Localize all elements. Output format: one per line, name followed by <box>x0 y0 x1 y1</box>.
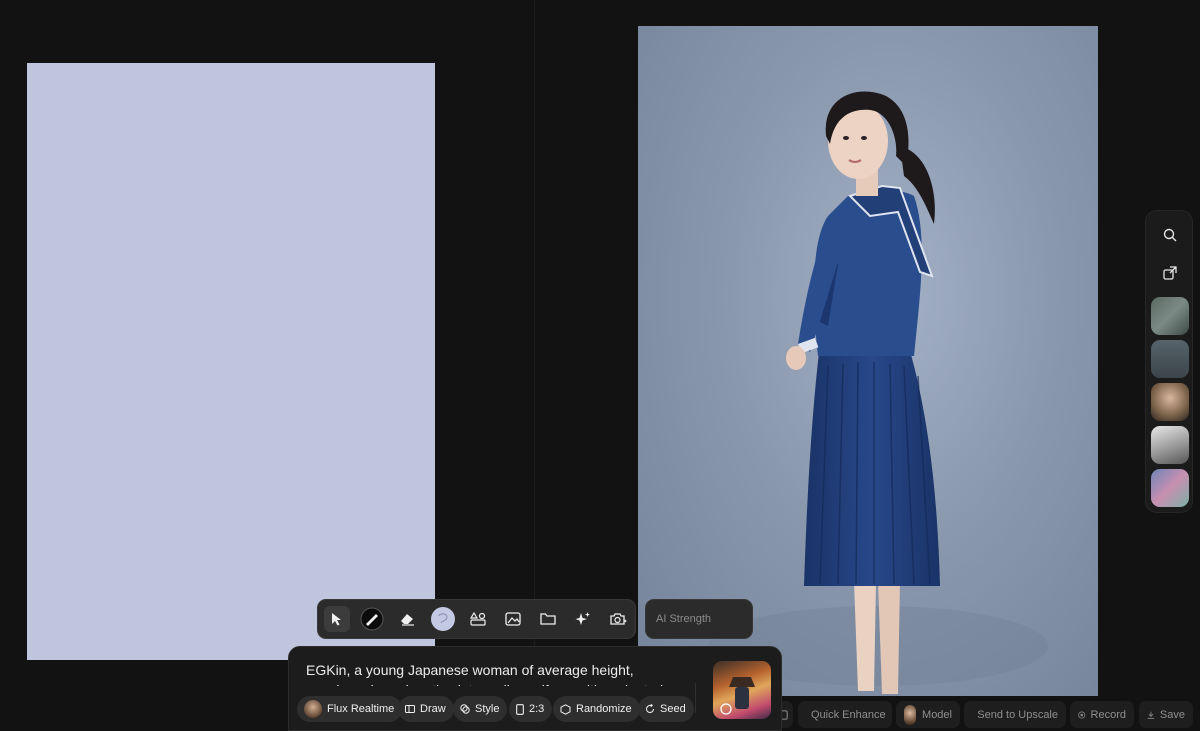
randomize-button[interactable]: Randomize <box>553 696 640 722</box>
ai-strength-label: AI Strength <box>656 613 712 625</box>
prompt-divider <box>695 683 696 713</box>
quick-enhance-button[interactable]: Quick Enhance <box>798 701 892 728</box>
model-avatar <box>904 704 917 725</box>
draw-label: Draw <box>420 703 446 715</box>
camera-icon[interactable] <box>605 606 631 632</box>
history-thumbnail[interactable] <box>1151 297 1189 335</box>
style-label: Style <box>475 703 500 715</box>
seed-button[interactable]: Seed <box>638 696 694 722</box>
history-thumbnail[interactable] <box>1151 469 1189 507</box>
model-selector-label: Flux Realtime <box>327 703 395 715</box>
drawing-toolbar <box>317 599 636 639</box>
shapes-icon[interactable] <box>465 606 491 632</box>
sparkles-icon[interactable] <box>570 606 596 632</box>
history-rail <box>1145 210 1193 513</box>
generated-image[interactable] <box>638 26 1098 696</box>
pointer-icon[interactable] <box>324 606 350 632</box>
model-button[interactable]: Model <box>896 701 960 728</box>
refresh-icon <box>720 703 732 715</box>
save-label: Save <box>1159 708 1185 721</box>
randomize-label: Randomize <box>576 703 632 715</box>
history-thumbnail[interactable] <box>1151 340 1189 378</box>
drawing-canvas[interactable] <box>27 63 435 660</box>
record-icon <box>1078 710 1086 719</box>
prompt-panel: EGKin, a young Japanese woman of average… <box>288 646 782 731</box>
history-thumbnail[interactable] <box>1151 426 1189 464</box>
eraser-icon[interactable] <box>394 606 420 632</box>
search-icon[interactable] <box>1155 220 1185 250</box>
send-to-upscale-button[interactable]: Send to Upscale <box>964 701 1066 728</box>
lasso-icon[interactable] <box>430 606 456 632</box>
image-icon[interactable] <box>500 606 526 632</box>
send-to-upscale-label: Send to Upscale <box>977 708 1058 721</box>
model-label: Model <box>922 708 952 721</box>
aspect-ratio-button[interactable]: 2:3 <box>509 696 553 722</box>
quick-enhance-label: Quick Enhance <box>811 708 886 721</box>
save-button[interactable]: Save <box>1139 701 1193 728</box>
folder-icon[interactable] <box>535 606 561 632</box>
dice-icon <box>560 703 571 715</box>
style-button[interactable]: Style <box>453 696 508 722</box>
record-button[interactable]: Record <box>1070 701 1134 728</box>
brush-color-icon[interactable] <box>359 606 385 632</box>
generated-image-illustration <box>708 91 1048 694</box>
flux-avatar <box>304 700 322 718</box>
download-icon <box>1147 711 1155 719</box>
history-thumbnail[interactable] <box>1151 383 1189 421</box>
record-label: Record <box>1090 708 1126 721</box>
share-icon[interactable] <box>1155 258 1185 288</box>
model-selector[interactable]: Flux Realtime <box>297 696 403 722</box>
draw-icon <box>405 705 415 713</box>
prompt-input[interactable]: EGKin, a young Japanese woman of average… <box>306 660 684 686</box>
style-reference-thumbnail[interactable] <box>713 661 771 719</box>
seed-refresh-icon <box>646 704 654 713</box>
ai-strength-slider[interactable]: AI Strength <box>645 599 753 639</box>
style-icon <box>460 704 470 714</box>
aspect-ratio-label: 2:3 <box>529 703 545 715</box>
seed-label: Seed <box>660 703 686 715</box>
draw-mode-button[interactable]: Draw <box>398 696 454 722</box>
portrait-ratio-icon <box>516 703 524 715</box>
